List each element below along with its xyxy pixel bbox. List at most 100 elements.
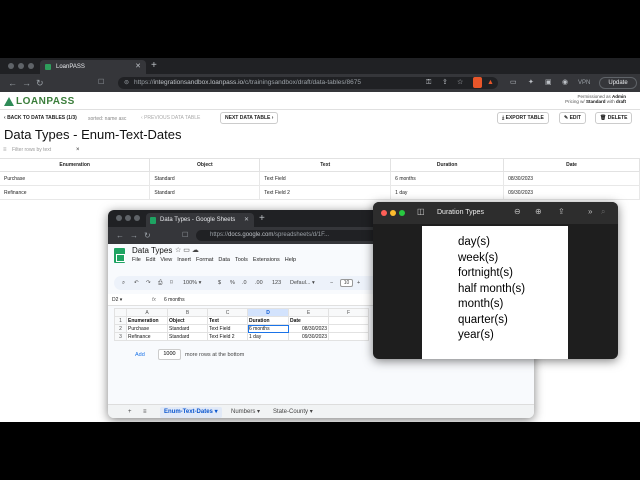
filter-input[interactable]: ≡ Filter rows by text × xyxy=(0,145,84,156)
window-minimize-control[interactable] xyxy=(390,210,396,216)
undo-icon[interactable]: ↶ xyxy=(134,279,139,287)
forward-arrow-icon[interactable]: → xyxy=(130,230,138,241)
key-icon[interactable]: ⚿ xyxy=(426,78,431,88)
percent-format-icon[interactable]: % xyxy=(230,279,235,287)
browser-tab-loanpass[interactable]: LoanPASS ✕ xyxy=(40,60,146,74)
zoom-in-icon[interactable]: ⊕ xyxy=(535,207,542,217)
select-all-corner[interactable] xyxy=(114,308,127,317)
cloud-status-icon[interactable]: ☁ xyxy=(192,247,201,254)
menu-insert[interactable]: Insert xyxy=(177,257,191,263)
menu-view[interactable]: View xyxy=(160,257,172,263)
font-select[interactable]: Defaul... ▾ xyxy=(290,279,315,287)
font-size-input[interactable]: 10 xyxy=(340,279,353,287)
sidebar-toggle-icon[interactable]: ◫ xyxy=(417,207,425,217)
update-button[interactable]: Update xyxy=(599,77,637,89)
column-header[interactable]: B xyxy=(167,308,208,317)
currency-format-icon[interactable]: $ xyxy=(218,279,221,287)
row-header[interactable]: 3 xyxy=(114,332,127,341)
column-header[interactable]: Date xyxy=(503,158,640,172)
increase-decimal-icon[interactable]: .00 xyxy=(255,279,263,287)
zoom-select[interactable]: 100% ▾ xyxy=(183,279,201,287)
font-size-decrease-icon[interactable]: − xyxy=(330,279,333,287)
add-rows-count-input[interactable]: 1000 xyxy=(158,349,181,360)
sheet-cell[interactable]: Standard xyxy=(167,324,208,333)
redo-icon[interactable]: ↷ xyxy=(146,279,151,287)
sheet-tab-state-county[interactable]: State-County ▾ xyxy=(269,407,317,418)
edit-button[interactable]: ✎ EDIT xyxy=(559,112,586,124)
all-sheets-icon[interactable]: ≡ xyxy=(143,408,147,416)
export-table-button[interactable]: ⤓ EXPORT TABLE xyxy=(497,112,549,124)
back-to-data-tables-button[interactable]: ‹ BACK TO DATA TABLES (1/3) xyxy=(4,112,77,124)
window-close-control[interactable] xyxy=(8,63,14,69)
brave-rewards-icon[interactable]: ▲ xyxy=(487,78,494,88)
row-header[interactable]: 1 xyxy=(114,316,127,325)
next-data-table-button[interactable]: NEXT DATA TABLE › xyxy=(220,112,279,124)
sheet-doc-title[interactable]: Data Types xyxy=(132,246,172,255)
vpn-button[interactable]: VPN xyxy=(578,78,590,88)
sheet-cell[interactable] xyxy=(328,324,369,333)
column-header[interactable]: Enumeration xyxy=(0,158,151,172)
more-formats-icon[interactable]: 123 xyxy=(272,279,281,287)
reload-icon[interactable]: ↻ xyxy=(36,77,44,89)
google-sheets-logo-icon[interactable] xyxy=(114,248,125,263)
sheet-cell[interactable]: 08/30/2023 xyxy=(288,324,329,333)
move-folder-icon[interactable]: ▭ xyxy=(183,247,192,254)
table-row[interactable]: Refinance Standard Text Field 2 1 day 09… xyxy=(0,185,640,200)
sidebar-icon[interactable]: ▭ xyxy=(510,78,517,88)
menu-tools[interactable]: Tools xyxy=(235,257,248,263)
menu-data[interactable]: Data xyxy=(218,257,230,263)
sheet-cell[interactable] xyxy=(328,332,369,341)
column-header[interactable]: E xyxy=(288,308,329,317)
share-icon[interactable]: ⇪ xyxy=(442,78,448,88)
sheet-cell[interactable]: Text xyxy=(207,316,248,325)
sheet-cell[interactable]: Refinance xyxy=(126,332,168,341)
reload-icon[interactable]: ↻ xyxy=(144,230,151,241)
more-tools-icon[interactable]: » xyxy=(588,207,592,217)
window-close-control[interactable] xyxy=(116,215,122,221)
column-header[interactable]: Object xyxy=(149,158,261,172)
sheet-cell[interactable]: Standard xyxy=(167,332,208,341)
sheet-cell[interactable]: 09/30/2023 xyxy=(288,332,329,341)
column-header[interactable]: D xyxy=(247,308,289,317)
font-size-increase-icon[interactable]: + xyxy=(357,279,360,287)
zoom-out-icon[interactable]: ⊖ xyxy=(514,207,521,217)
star-icon[interactable]: ☆ xyxy=(457,78,463,88)
loanpass-logo[interactable]: LOANPASS xyxy=(4,95,75,107)
add-sheet-icon[interactable]: + xyxy=(128,408,132,416)
sheet-tab-enum-text-dates[interactable]: Enum-Text-Dates ▾ xyxy=(160,407,222,418)
new-tab-icon[interactable]: + xyxy=(151,59,157,73)
window-zoom-control[interactable] xyxy=(399,210,405,216)
share-icon[interactable]: ⇪ xyxy=(558,207,565,217)
decrease-decimal-icon[interactable]: .0 xyxy=(242,279,247,287)
column-header[interactable]: Duration xyxy=(390,158,505,172)
column-header[interactable]: C xyxy=(207,308,248,317)
menu-edit[interactable]: Edit xyxy=(146,257,155,263)
sheet-cell[interactable]: Text Field xyxy=(207,324,248,333)
brave-shields-icon[interactable] xyxy=(473,77,482,88)
window-minimize-control[interactable] xyxy=(18,63,24,69)
window-zoom-control[interactable] xyxy=(28,63,34,69)
sheet-tab-numbers[interactable]: Numbers ▾ xyxy=(227,407,264,418)
sheet-cell[interactable]: Text Field 2 xyxy=(207,332,248,341)
formula-input[interactable]: 6 months xyxy=(164,294,185,306)
sheet-cell[interactable]: Purchase xyxy=(126,324,168,333)
address-bar[interactable]: ⊜ https://integrationsandbox.loanpass.io… xyxy=(118,77,498,89)
extensions-icon[interactable]: ✦ xyxy=(528,78,534,88)
close-tab-icon[interactable]: ✕ xyxy=(244,213,249,227)
window-close-control[interactable] xyxy=(381,210,387,216)
menu-file[interactable]: File xyxy=(132,257,141,263)
add-rows-button[interactable]: Add xyxy=(135,352,145,358)
user-context-info[interactable]: Permissioned as Admin Pricing w/ Standar… xyxy=(565,94,626,104)
column-header[interactable]: F xyxy=(328,308,369,317)
clear-filter-icon[interactable]: × xyxy=(76,145,80,156)
table-row[interactable]: Purchase Standard Text Field 6 months 08… xyxy=(0,171,640,186)
sheet-cell[interactable]: Enumeration xyxy=(126,316,168,325)
bookmark-icon[interactable]: ☐ xyxy=(98,77,104,89)
window-minimize-control[interactable] xyxy=(125,215,131,221)
sheet-cell[interactable]: Date xyxy=(288,316,329,325)
search-icon[interactable]: ⌕ xyxy=(122,279,125,287)
new-tab-icon[interactable]: + xyxy=(259,212,265,225)
sheet-cell[interactable]: Duration xyxy=(247,316,289,325)
wallet-icon[interactable]: ▣ xyxy=(545,78,552,88)
search-icon[interactable]: ⌕ xyxy=(601,207,605,217)
